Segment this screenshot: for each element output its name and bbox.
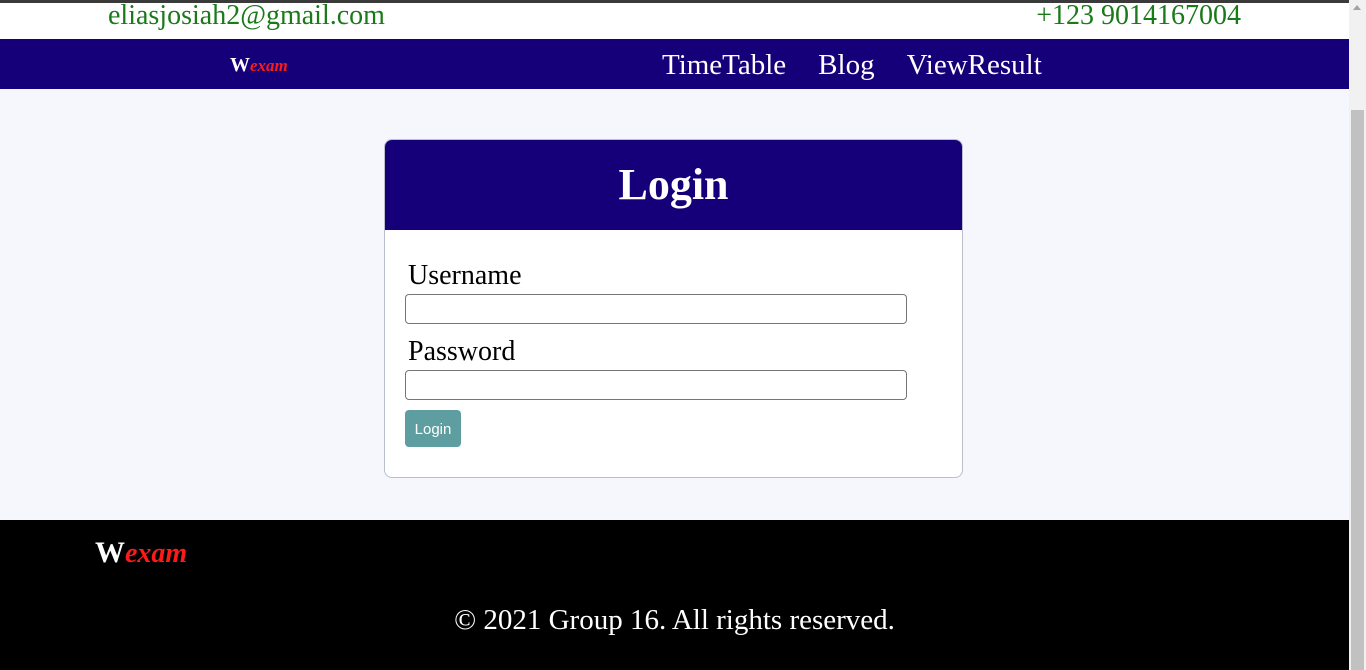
copyright-text: © 2021 Group 16. All rights reserved. bbox=[454, 604, 895, 636]
login-button[interactable]: Login bbox=[405, 410, 461, 447]
brand-logo[interactable]: Wexam bbox=[230, 53, 288, 78]
brand-suffix: exam bbox=[250, 56, 288, 75]
login-title: Login bbox=[618, 160, 729, 209]
login-card: Login Username Password Login bbox=[384, 139, 963, 478]
footer-brand-suffix: exam bbox=[125, 538, 188, 569]
footer: Wexam © 2021 Group 16. All rights reserv… bbox=[0, 520, 1349, 670]
scroll-thumb[interactable] bbox=[1351, 110, 1364, 670]
nav-link-blog[interactable]: Blog bbox=[818, 49, 874, 81]
nav-links: TimeTable Blog ViewResult bbox=[662, 49, 1042, 81]
page: eliasjosiah2@gmail.com +123 9014167004 W… bbox=[0, 0, 1366, 670]
main-content: Login Username Password Login bbox=[0, 89, 1349, 520]
password-input[interactable] bbox=[405, 370, 907, 400]
password-label: Password bbox=[408, 336, 516, 367]
username-label: Username bbox=[408, 260, 522, 291]
username-input[interactable] bbox=[405, 294, 907, 324]
scroll-up-arrow-icon[interactable] bbox=[1353, 5, 1361, 10]
vertical-scrollbar[interactable] bbox=[1349, 0, 1366, 670]
footer-brand-logo[interactable]: Wexam bbox=[95, 536, 187, 571]
login-form: Username Password Login bbox=[405, 260, 907, 447]
contact-email: eliasjosiah2@gmail.com bbox=[108, 0, 385, 31]
contact-phone: +123 9014167004 bbox=[1036, 0, 1241, 31]
nav-link-timetable[interactable]: TimeTable bbox=[662, 49, 786, 81]
nav-link-viewresult[interactable]: ViewResult bbox=[907, 49, 1042, 81]
login-card-header: Login bbox=[385, 140, 962, 230]
contact-bar: eliasjosiah2@gmail.com +123 9014167004 bbox=[0, 0, 1349, 39]
footer-brand-initial: W bbox=[95, 536, 125, 569]
brand-initial: W bbox=[230, 54, 250, 76]
navbar: Wexam TimeTable Blog ViewResult bbox=[0, 39, 1349, 89]
